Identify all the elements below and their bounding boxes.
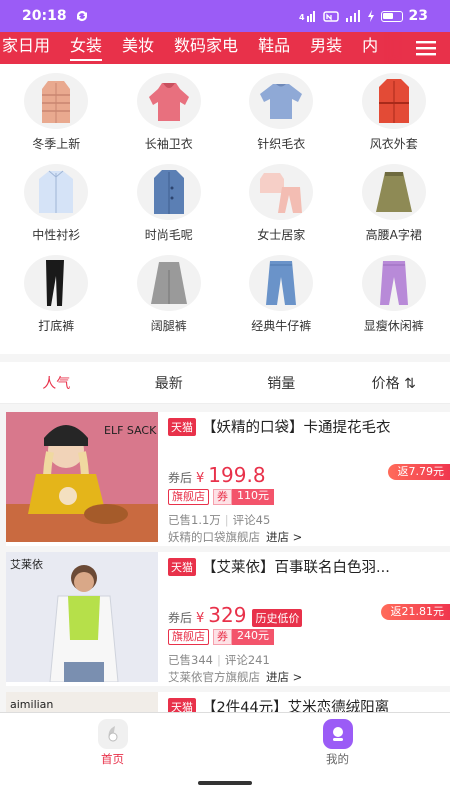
- puffer-jacket-icon: [42, 81, 71, 123]
- svg-text:4: 4: [299, 13, 305, 22]
- subcategory-grid: 冬季上新 长袖卫衣 针织毛衣 风衣外套 中性衬衫 时尚毛呢 女士居家 高腰A字裙…: [0, 66, 450, 339]
- subcat-homewear[interactable]: 女士居家: [225, 157, 338, 248]
- coupon-badge[interactable]: 券 240元: [213, 629, 274, 645]
- signal-icon: 4: [299, 11, 315, 22]
- tmall-badge: 天猫: [168, 697, 196, 712]
- product-card[interactable]: 艾莱依 天猫 【艾莱依】百事联名白色羽... 券后 ¥ 329 历史低价 返21.…: [6, 552, 450, 686]
- subcat-trench-coat[interactable]: 风衣外套: [338, 66, 450, 157]
- shirt-icon: [39, 170, 74, 213]
- review-count: 评论241: [224, 653, 270, 667]
- subcat-wide-leg-pants[interactable]: 阔腿裤: [113, 248, 226, 339]
- home-indicator[interactable]: [198, 781, 252, 785]
- currency: ¥: [196, 471, 205, 486]
- after-coupon-label: 券后: [168, 471, 193, 485]
- subcat-leggings[interactable]: 打底裤: [0, 248, 113, 339]
- tab-electronics[interactable]: 数码家电: [164, 32, 248, 64]
- tmall-badge: 天猫: [168, 417, 196, 436]
- status-bar: 20:18 4 23: [0, 0, 450, 32]
- subcat-a-line-skirt[interactable]: 高腰A字裙: [338, 157, 450, 248]
- tab-home[interactable]: 首页: [0, 713, 225, 768]
- trench-coat-icon: [378, 79, 409, 123]
- subcat-hoodie[interactable]: 长袖卫衣: [113, 66, 226, 157]
- sort-popular[interactable]: 人气: [0, 373, 113, 393]
- product-image: ELF SACK 妖精的口袋: [6, 412, 158, 542]
- product-title: 【妖精的口袋】卡通提花毛衣: [202, 420, 391, 436]
- tab-mens[interactable]: 男装: [300, 32, 352, 64]
- menu-button[interactable]: [402, 32, 450, 64]
- product-image: aimilian: [6, 692, 158, 712]
- product-title: 【艾莱依】百事联名白色羽...: [202, 560, 390, 576]
- sold-count: 已售1.1万: [168, 513, 221, 527]
- tab-mine[interactable]: 我的: [225, 713, 450, 768]
- rebate-badge: 返7.79元: [387, 464, 450, 480]
- tab-home-label: 首页: [101, 752, 124, 766]
- pajamas-icon: [260, 173, 303, 213]
- tab-home-goods[interactable]: 家日用: [0, 32, 60, 64]
- tmall-badge: 天猫: [168, 557, 196, 576]
- status-time: 20:18: [22, 8, 67, 24]
- sort-newest[interactable]: 最新: [113, 373, 226, 393]
- leggings-icon: [46, 260, 65, 306]
- subcat-winter-new[interactable]: 冬季上新: [0, 66, 113, 157]
- review-count: 评论45: [232, 513, 271, 527]
- subcat-jeans[interactable]: 经典牛仔裤: [225, 248, 338, 339]
- tab-shoes[interactable]: 鞋品: [248, 32, 300, 64]
- product-card[interactable]: ELF SACK 妖精的口袋 天猫【妖精的口袋】卡通提花毛衣 券后 ¥ 199.…: [6, 412, 450, 546]
- tab-underwear[interactable]: 内: [352, 32, 388, 64]
- charging-icon: [367, 10, 374, 22]
- coupon-badge[interactable]: 券 110元: [213, 489, 274, 505]
- sort-sales[interactable]: 销量: [225, 373, 338, 393]
- sort-price-label: 价格: [371, 375, 400, 392]
- product-title: 【2件44元】艾米恋德绒阳离: [202, 700, 390, 712]
- nfc-icon: [322, 11, 339, 22]
- sort-price[interactable]: 价格 ⇅: [338, 373, 450, 393]
- product-card[interactable]: aimilian 天猫 【2件44元】艾米恋德绒阳离: [6, 692, 450, 712]
- casual-pants-icon: [379, 261, 408, 305]
- sort-bar: 人气 最新 销量 价格 ⇅: [0, 362, 450, 404]
- section-divider: [0, 354, 450, 362]
- subcat-wool-coat[interactable]: 时尚毛呢: [113, 157, 226, 248]
- product-image: 艾莱依: [6, 552, 158, 682]
- product-price: 199.8: [208, 463, 266, 487]
- brand-art-text: 艾莱依: [10, 558, 43, 571]
- wide-leg-pants-icon: [150, 262, 187, 304]
- sold-count: 已售344: [168, 653, 213, 667]
- sort-arrows-icon: ⇅: [404, 375, 416, 392]
- brand-art-text: aimilian: [10, 698, 53, 711]
- shop-name: 艾莱依官方旗舰店: [168, 670, 260, 684]
- lowest-price-badge: 历史低价: [252, 609, 303, 627]
- brand-art-text: ELF SACK 妖精的口袋: [104, 423, 158, 437]
- tab-beauty[interactable]: 美妆: [112, 32, 164, 64]
- subcat-shirt[interactable]: 中性衬衫: [0, 157, 113, 248]
- category-tabs: 家日用 女装 美妆 数码家电 鞋品 男装 内: [0, 32, 450, 64]
- home-icon: [97, 719, 128, 749]
- flagship-badge: 旗舰店: [168, 629, 209, 645]
- subcat-casual-pants[interactable]: 显瘦休闲裤: [338, 248, 450, 339]
- flagship-badge: 旗舰店: [168, 489, 209, 505]
- shop-name: 妖精的口袋旗舰店: [168, 530, 260, 544]
- enter-shop-link[interactable]: 进店 >: [266, 670, 302, 684]
- tab-mine-label: 我的: [326, 752, 349, 766]
- hoodie-icon: [148, 83, 189, 121]
- a-line-skirt-icon: [375, 172, 412, 212]
- battery-level: 23: [408, 8, 428, 24]
- after-coupon-label: 券后: [168, 611, 193, 625]
- tab-womens[interactable]: 女装: [60, 32, 112, 64]
- battery-icon: [380, 10, 403, 22]
- hamburger-icon: [416, 41, 436, 56]
- enter-shop-link[interactable]: 进店 >: [266, 530, 302, 544]
- product-price: 329: [208, 603, 247, 627]
- bottom-tab-bar: 首页 我的: [0, 712, 450, 768]
- rebate-badge: 返21.81元: [380, 604, 450, 620]
- profile-icon: [322, 719, 353, 749]
- sweater-icon: [260, 84, 303, 119]
- jeans-icon: [266, 261, 297, 305]
- subcat-knit-sweater[interactable]: 针织毛衣: [225, 66, 338, 157]
- product-list[interactable]: ELF SACK 妖精的口袋 天猫【妖精的口袋】卡通提花毛衣 券后 ¥ 199.…: [0, 404, 450, 712]
- currency: ¥: [196, 611, 205, 626]
- wool-coat-icon: [153, 170, 184, 214]
- wifi-bars-icon: [345, 10, 360, 22]
- sync-icon: [76, 11, 87, 21]
